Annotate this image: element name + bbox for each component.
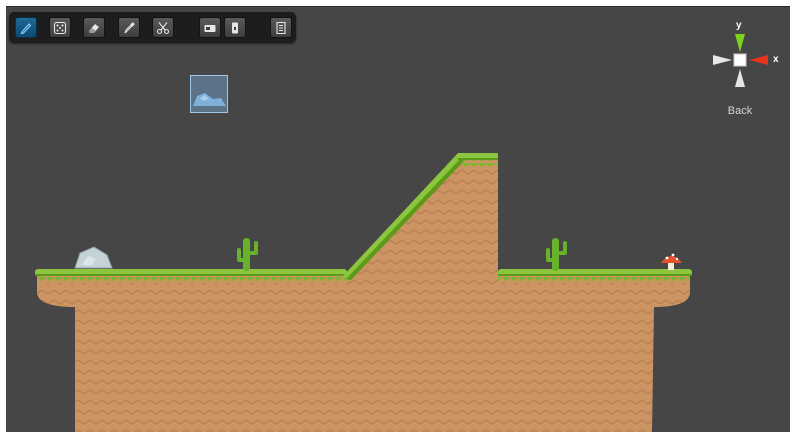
ground-dirt (37, 157, 690, 432)
pencil-icon (20, 22, 32, 34)
scissors-icon (156, 21, 170, 34)
mushroom-sprite[interactable] (661, 253, 682, 270)
page-tool-button[interactable] (270, 17, 292, 38)
dice-icon (53, 21, 67, 34)
cactus-sprite-left[interactable] (237, 238, 258, 271)
gizmo-x-label: x (773, 54, 779, 65)
random-tool-button[interactable] (49, 17, 71, 38)
scissors-tool-button[interactable] (152, 17, 174, 38)
level-terrain[interactable] (6, 7, 790, 432)
gizmo-center-cube[interactable] (733, 53, 747, 67)
page-icon (276, 21, 286, 34)
rock-sprite[interactable] (74, 246, 113, 269)
scene-viewport[interactable]: y x Back (6, 6, 790, 432)
pencil-tool-button[interactable] (15, 17, 37, 38)
door-tool-button[interactable] (224, 17, 246, 38)
neg-y-axis-cone[interactable] (735, 69, 745, 87)
eyedropper-tool-button[interactable] (118, 17, 140, 38)
eraser-tool-button[interactable] (83, 17, 105, 38)
camera-tool-button[interactable] (199, 17, 221, 38)
camera-icon (204, 24, 216, 32)
eraser-icon (89, 23, 99, 33)
door-icon (232, 22, 238, 33)
gizmo-y-label: y (736, 20, 742, 31)
view-direction-label: Back (727, 105, 753, 117)
eyedropper-icon (124, 21, 135, 33)
x-axis-cone[interactable] (749, 55, 768, 65)
cactus-sprite-right[interactable] (546, 238, 567, 271)
selected-tile-preview[interactable] (190, 75, 228, 113)
y-axis-cone[interactable] (735, 34, 745, 52)
rock-tile-icon (193, 93, 226, 106)
neg-x-axis-cone[interactable] (713, 55, 732, 65)
editor-toolbar (9, 12, 296, 43)
